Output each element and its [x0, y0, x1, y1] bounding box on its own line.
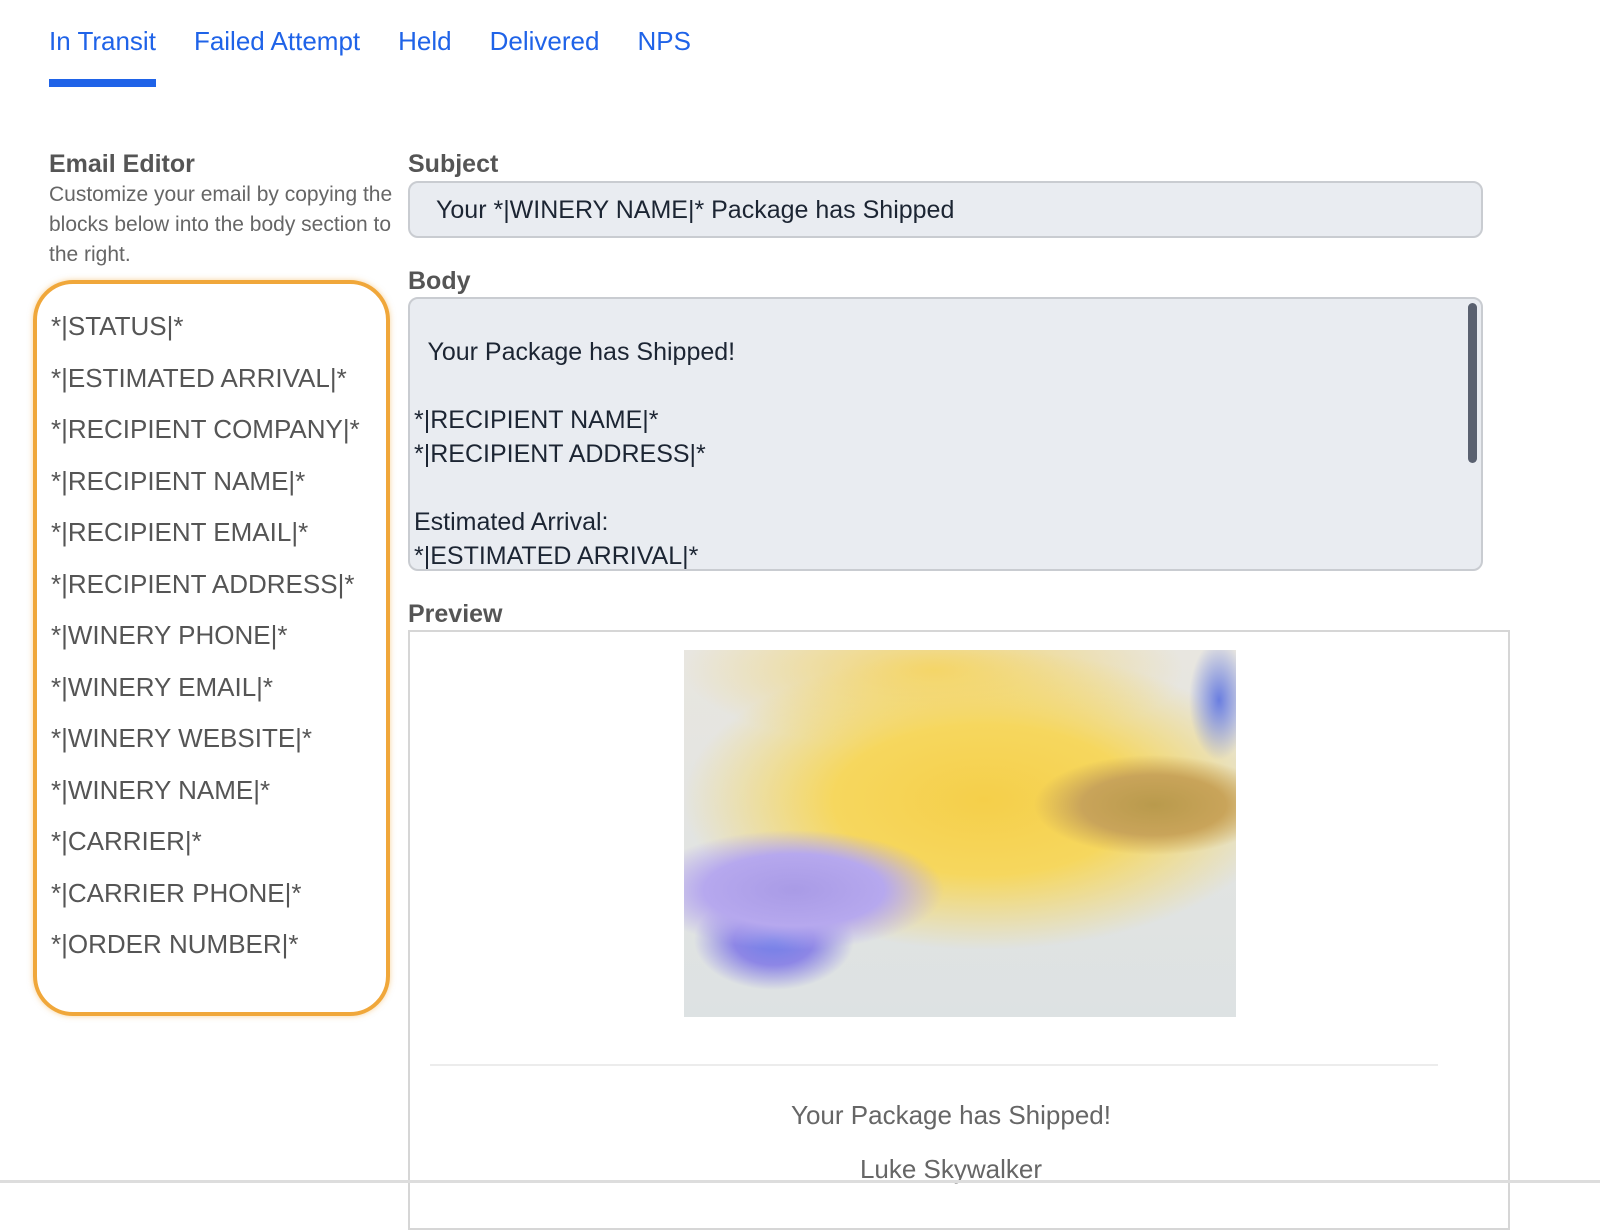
body-scrollbar[interactable] — [1468, 303, 1477, 463]
divider — [430, 1064, 1438, 1066]
merge-tag-block[interactable]: *|RECIPIENT NAME|* — [51, 461, 386, 513]
tab-nps[interactable]: NPS — [637, 26, 690, 87]
merge-tag-block[interactable]: *|WINERY WEBSITE|* — [51, 718, 386, 770]
merge-tag-block[interactable]: *|WINERY EMAIL|* — [51, 667, 386, 719]
subject-label: Subject — [408, 150, 499, 178]
merge-tag-block[interactable]: *|STATUS|* — [51, 306, 386, 358]
merge-tag-blocks: *|STATUS|* *|ESTIMATED ARRIVAL|* *|RECIP… — [33, 280, 390, 1016]
tab-held[interactable]: Held — [398, 26, 451, 87]
window-bottom-edge — [0, 1180, 1600, 1183]
body-textarea[interactable]: Your Package has Shipped! *|RECIPIENT NA… — [408, 297, 1483, 571]
body-label: Body — [408, 267, 471, 295]
merge-tag-block[interactable]: *|RECIPIENT EMAIL|* — [51, 512, 386, 564]
subject-input[interactable]: Your *|WINERY NAME|* Package has Shipped — [408, 181, 1483, 238]
preview-label: Preview — [408, 600, 503, 628]
merge-tag-block[interactable]: *|WINERY NAME|* — [51, 770, 386, 822]
body-text: Your Package has Shipped! *|RECIPIENT NA… — [414, 338, 736, 570]
tab-in-transit[interactable]: In Transit — [49, 26, 156, 87]
email-preview: Your Package has Shipped! Luke Skywalker — [408, 630, 1510, 1230]
status-tabs: In Transit Failed Attempt Held Delivered… — [49, 26, 691, 87]
header-image — [684, 650, 1236, 1017]
merge-tag-block[interactable]: *|CARRIER|* — [51, 821, 386, 873]
tab-delivered[interactable]: Delivered — [490, 26, 600, 87]
merge-tag-block[interactable]: *|CARRIER PHONE|* — [51, 873, 386, 925]
merge-tag-block[interactable]: *|RECIPIENT ADDRESS|* — [51, 564, 386, 616]
preview-heading: Your Package has Shipped! — [791, 1100, 1111, 1130]
tab-failed-attempt[interactable]: Failed Attempt — [194, 26, 360, 87]
email-editor-description: Customize your email by copying the bloc… — [49, 183, 393, 266]
email-editor-title: Email Editor — [49, 150, 195, 178]
merge-tag-block[interactable]: *|ORDER NUMBER|* — [51, 924, 386, 976]
merge-tag-block[interactable]: *|RECIPIENT COMPANY|* — [51, 409, 386, 461]
merge-tag-block[interactable]: *|ESTIMATED ARRIVAL|* — [51, 358, 386, 410]
merge-tag-block[interactable]: *|WINERY PHONE|* — [51, 615, 386, 667]
